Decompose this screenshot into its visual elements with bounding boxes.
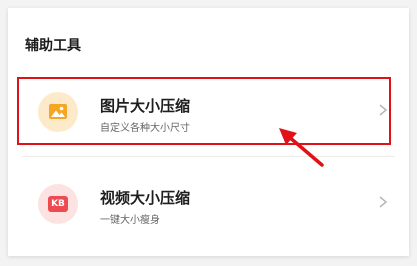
arrow-icon: [279, 128, 324, 167]
